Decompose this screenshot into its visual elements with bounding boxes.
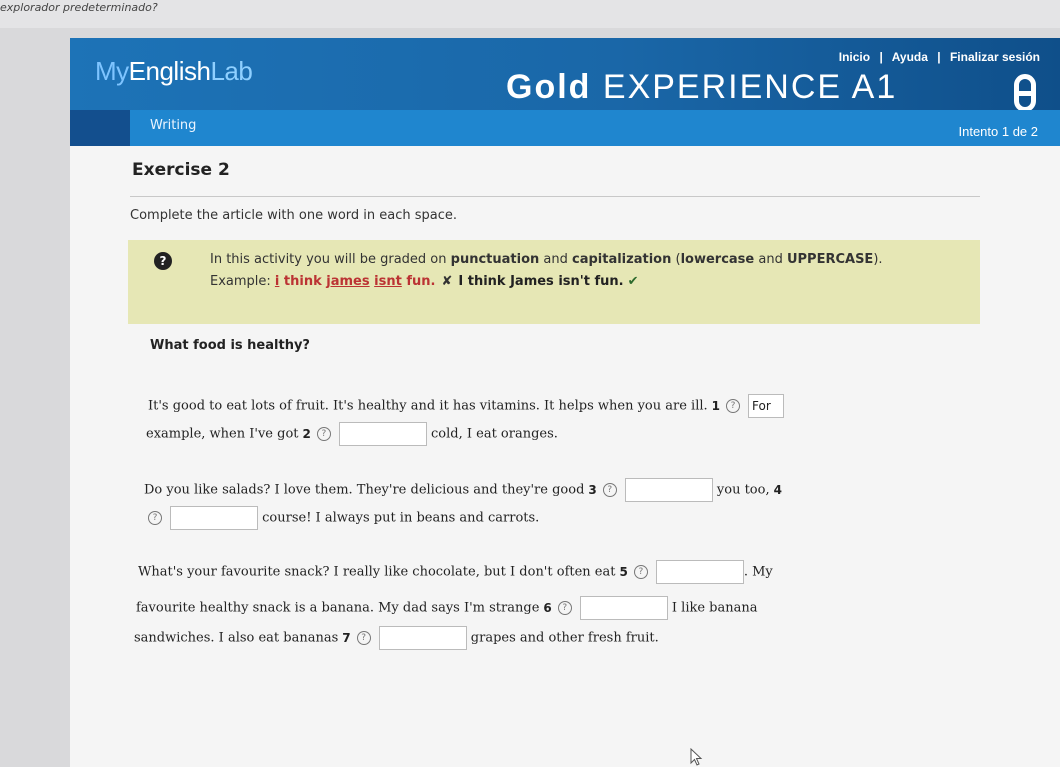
para-text: sandwiches. I also eat bananas — [134, 630, 339, 646]
para-text: I like banana — [671, 600, 758, 616]
para-line: It's good to eat lots of fruit. It's hea… — [148, 394, 785, 418]
wrong-fun: fun. — [406, 274, 436, 289]
note-and: and — [539, 252, 572, 267]
separator: | — [937, 50, 941, 64]
instruction: Complete the article with one word in ea… — [130, 208, 458, 223]
note-text: In this activity you will be graded on p… — [210, 252, 883, 267]
exercise-title: Exercise 2 — [132, 160, 230, 180]
note-open: ( — [671, 252, 681, 267]
example-label: Example: — [210, 274, 275, 289]
answer-input-3[interactable] — [624, 478, 713, 502]
hint-icon[interactable]: ? — [633, 565, 648, 579]
grading-note: ? In this activity you will be graded on… — [128, 240, 980, 324]
wrong-i: i — [274, 274, 280, 289]
logo-lab: Lab — [210, 56, 253, 86]
check-icon: ✔ — [627, 274, 639, 289]
question-number: 5 — [619, 564, 628, 579]
attempt-counter: Intento 1 de 2 — [958, 124, 1038, 139]
course-title-gold: Gold — [506, 68, 592, 106]
separator: | — [879, 50, 883, 64]
note-lowercase: lowercase — [680, 252, 755, 267]
para-line: Do you like salads? I love them. They're… — [144, 478, 782, 502]
top-header: MyEnglishLab Inicio | Ayuda | Finalizar … — [70, 38, 1060, 112]
mouse-pointer-icon — [690, 748, 703, 766]
hint-icon[interactable]: ? — [557, 601, 572, 615]
answer-input-7[interactable] — [378, 626, 467, 650]
section-bar-block — [70, 110, 130, 146]
wrong-isnt: isnt — [374, 274, 402, 289]
browser-bar: explorador predeterminado? — [0, 0, 1060, 28]
para-text: Do you like salads? I love them. They're… — [144, 482, 585, 498]
para-line: ? course! I always put in beans and carr… — [142, 506, 539, 530]
course-title: Gold EXPERIENCE A1 — [506, 68, 897, 107]
para-text: grapes and other fresh fruit. — [470, 630, 659, 646]
para-line: example, when I've got 2? cold, I eat ora… — [146, 422, 558, 446]
section-label: Writing — [150, 118, 197, 133]
logo-english: English — [128, 56, 211, 86]
page: MyEnglishLab Inicio | Ayuda | Finalizar … — [70, 38, 1060, 767]
answer-input-2[interactable] — [338, 422, 427, 446]
para-text: cold, I eat oranges. — [431, 426, 558, 442]
hint-icon[interactable]: ? — [726, 399, 741, 413]
note-close: ). — [873, 252, 883, 267]
browser-title: explorador predeterminado? — [0, 1, 158, 14]
gold-logo-icon — [1014, 74, 1036, 112]
para-text: example, when I've got — [146, 426, 299, 442]
question-number: 6 — [543, 600, 552, 615]
note-prefix: In this activity you will be graded on — [210, 252, 451, 267]
logo-my: My — [95, 56, 129, 86]
note-capitalization: capitalization — [572, 252, 672, 267]
myenglishlab-logo[interactable]: MyEnglishLab — [95, 56, 253, 87]
answer-input-1[interactable]: For — [748, 394, 785, 418]
answer-input-4[interactable] — [170, 506, 258, 530]
link-inicio[interactable]: Inicio — [839, 50, 870, 64]
para-text: favourite healthy snack is a banana. My … — [136, 600, 540, 616]
article-title: What food is healthy? — [150, 338, 310, 353]
section-bar: Writing Intento 1 de 2 — [70, 110, 1060, 146]
para-text: course! I always put in beans and carrot… — [262, 510, 540, 526]
answer-input-6[interactable] — [579, 596, 668, 620]
question-number: 2 — [302, 426, 311, 441]
para-text: . My — [743, 564, 773, 580]
note-and2: and — [754, 252, 787, 267]
link-finalizar-sesion[interactable]: Finalizar sesión — [950, 50, 1040, 64]
para-text: It's good to eat lots of fruit. It's hea… — [148, 398, 708, 414]
question-number: 4 — [773, 482, 782, 497]
help-icon: ? — [154, 252, 172, 270]
right-example: I think James isn't fun. — [458, 274, 624, 289]
question-number: 7 — [342, 630, 351, 645]
top-links: Inicio | Ayuda | Finalizar sesión — [839, 50, 1040, 64]
link-ayuda[interactable]: Ayuda — [892, 50, 928, 64]
para-line: favourite healthy snack is a banana. My … — [136, 596, 758, 620]
wrong-example: i think james isnt fun. — [275, 274, 436, 289]
hint-icon[interactable]: ? — [148, 511, 162, 525]
question-number: 1 — [711, 398, 721, 413]
hint-icon[interactable]: ? — [602, 483, 617, 497]
example-line: Example: i think james isnt fun. ✘ I think… — [210, 274, 639, 289]
para-text: What's your favourite snack? I really li… — [138, 564, 616, 580]
hint-icon[interactable]: ? — [316, 427, 331, 441]
question-number: 3 — [588, 482, 597, 497]
cross-icon: ✘ — [441, 274, 453, 289]
para-line: What's your favourite snack? I really li… — [138, 560, 773, 584]
answer-input-5[interactable] — [655, 560, 744, 584]
note-punctuation: punctuation — [450, 252, 540, 267]
para-line: sandwiches. I also eat bananas 7? grapes … — [134, 626, 659, 650]
course-title-rest: EXPERIENCE A1 — [602, 68, 898, 106]
wrong-james: james — [326, 274, 370, 289]
para-text: you too, — [716, 482, 770, 498]
divider — [130, 196, 980, 197]
hint-icon[interactable]: ? — [356, 631, 371, 645]
wrong-think: think — [283, 274, 322, 289]
note-uppercase: UPPERCASE — [786, 252, 874, 267]
